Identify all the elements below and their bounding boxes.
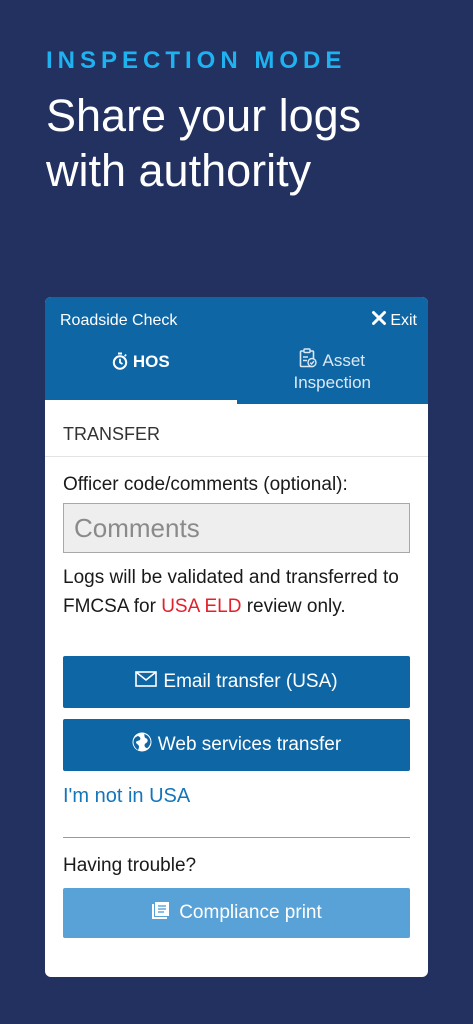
compliance-print-label: Compliance print bbox=[179, 902, 322, 923]
app-header: Roadside Check Exit HOS Asset Inspection bbox=[45, 297, 428, 404]
email-transfer-label: Email transfer (USA) bbox=[163, 671, 338, 692]
close-icon bbox=[371, 310, 387, 331]
exit-label: Exit bbox=[390, 311, 417, 329]
tab-asset-inspection[interactable]: Asset Inspection bbox=[237, 344, 429, 404]
exit-button[interactable]: Exit bbox=[371, 310, 417, 331]
comments-label: Officer code/comments (optional): bbox=[63, 474, 348, 495]
header-title: Roadside Check bbox=[60, 312, 178, 329]
tab-bar: HOS Asset Inspection bbox=[45, 344, 428, 404]
web-services-transfer-label: Web services transfer bbox=[157, 734, 342, 755]
stopwatch-icon bbox=[112, 352, 128, 375]
tab-hos[interactable]: HOS bbox=[45, 344, 237, 404]
hero-eyebrow: INSPECTION MODE bbox=[46, 47, 347, 74]
app-screen: Roadside Check Exit HOS Asset Inspection… bbox=[45, 297, 428, 977]
trouble-label: Having trouble? bbox=[63, 855, 197, 876]
active-tab-indicator bbox=[45, 400, 237, 404]
hero-title: Share your logs with authority bbox=[46, 90, 362, 196]
web-services-transfer-button[interactable]: Web services transfer bbox=[63, 719, 410, 771]
transfer-notice: Logs will be validated and transferred t… bbox=[63, 563, 410, 621]
notice-highlight: USA ELD bbox=[161, 596, 242, 617]
clipboard-check-icon bbox=[299, 348, 318, 373]
comments-input[interactable] bbox=[63, 503, 410, 553]
email-transfer-button[interactable]: Email transfer (USA) bbox=[63, 656, 410, 708]
compliance-print-button[interactable]: Compliance print bbox=[63, 888, 410, 938]
globe-icon bbox=[132, 732, 152, 758]
tab-asset-label-line2: Inspection bbox=[293, 373, 372, 392]
not-in-usa-link[interactable]: I'm not in USA bbox=[63, 785, 410, 808]
envelope-icon bbox=[135, 671, 158, 693]
notice-text-end: review only. bbox=[241, 596, 346, 617]
book-icon bbox=[151, 900, 173, 926]
section-title: TRANSFER bbox=[45, 404, 428, 457]
divider bbox=[63, 837, 410, 838]
tab-asset-label-line1: Asset bbox=[322, 350, 366, 370]
tab-hos-label: HOS bbox=[132, 352, 170, 371]
transfer-panel: TRANSFER Officer code/comments (optional… bbox=[45, 404, 428, 938]
